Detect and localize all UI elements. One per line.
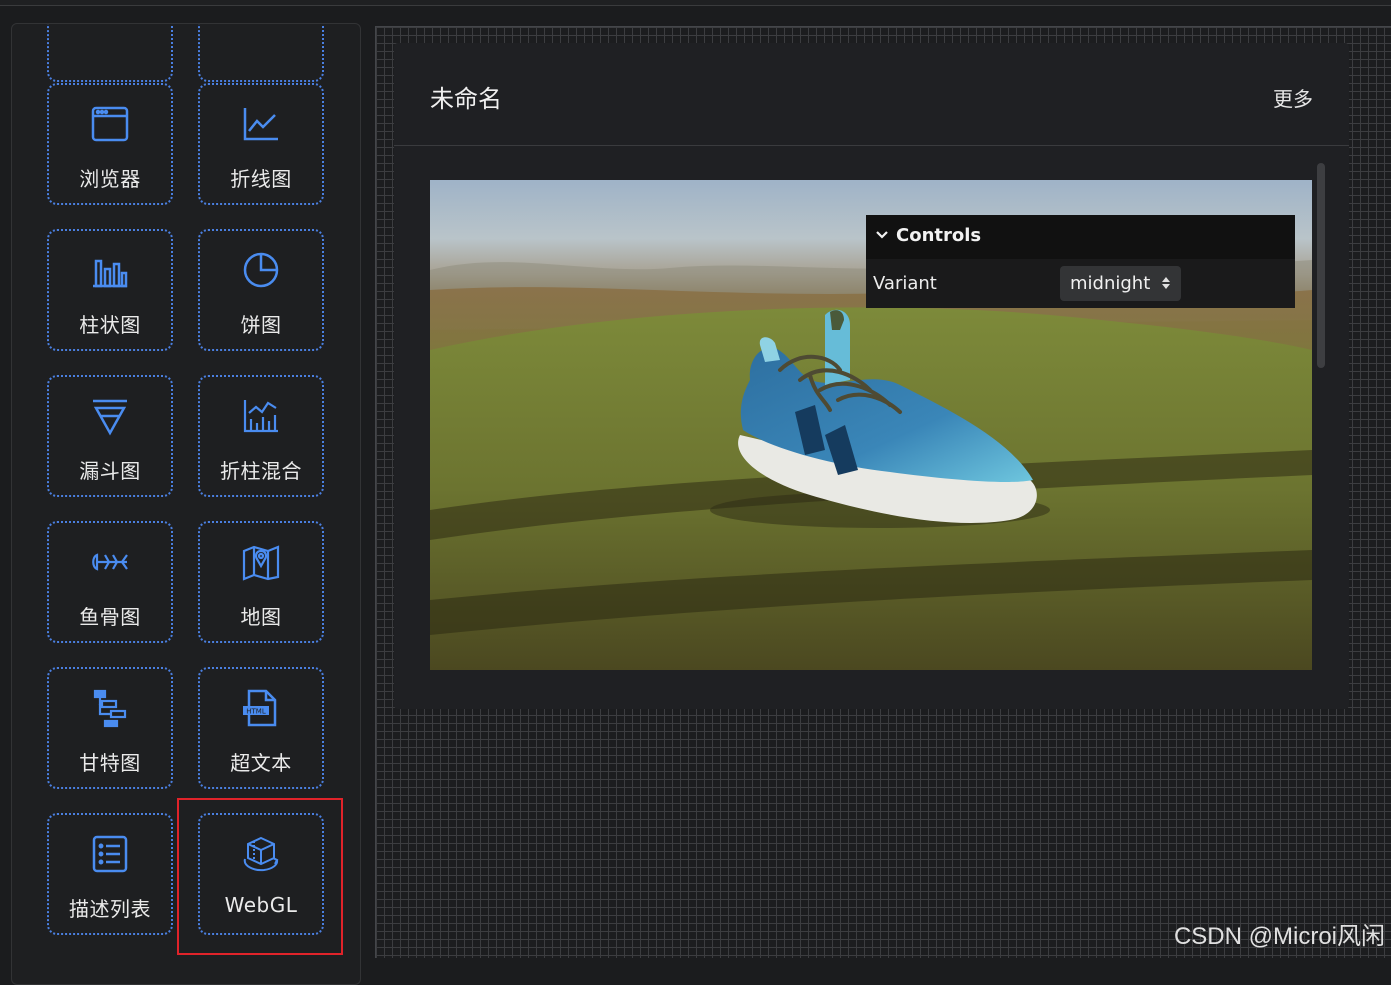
controls-title: Controls	[896, 225, 982, 246]
description-list-icon	[49, 833, 171, 875]
line-bar-mix-icon	[200, 395, 322, 437]
palette-item-description-list[interactable]: 描述列表	[47, 813, 173, 935]
palette-item-map[interactable]: 地图	[198, 521, 324, 643]
html-file-icon: HTML	[200, 687, 322, 729]
svg-text:HTML: HTML	[246, 708, 266, 716]
palette-item-label: 柱状图	[79, 313, 141, 337]
watermark: CSDN @Microi风闲	[1173, 923, 1385, 950]
bar-chart-icon	[49, 249, 171, 291]
line-chart-icon	[200, 103, 322, 145]
fishbone-icon	[49, 541, 171, 583]
palette-item-line-bar-mix[interactable]: 折柱混合	[198, 375, 324, 497]
map-icon	[200, 541, 322, 583]
palette-item-label: 漏斗图	[79, 459, 141, 483]
palette-item-label: 浏览器	[79, 167, 141, 191]
pie-chart-icon	[200, 249, 322, 291]
top-border	[0, 0, 1391, 6]
palette-item-label: 折线图	[230, 167, 292, 191]
palette-item-bar-chart[interactable]: 柱状图	[47, 229, 173, 351]
variant-label: Variant	[873, 273, 937, 294]
palette-item-gantt[interactable]: 甘特图	[47, 667, 173, 789]
palette-item-line-chart[interactable]: 折线图	[198, 83, 324, 205]
more-button[interactable]: 更多	[1273, 83, 1313, 112]
variant-select[interactable]: midnight	[1060, 266, 1181, 301]
palette-item-label: 饼图	[240, 313, 282, 337]
card-title: 未命名	[430, 85, 502, 113]
palette-item-funnel-chart[interactable]: 漏斗图	[47, 375, 173, 497]
palette-item-label: 鱼骨图	[79, 605, 141, 629]
scrollbar-thumb[interactable]	[1317, 163, 1325, 368]
palette-item-label: 甘特图	[79, 751, 141, 775]
gantt-icon	[49, 687, 171, 729]
palette-item-label: 地图	[240, 605, 282, 629]
card-divider	[394, 145, 1349, 146]
funnel-chart-icon	[49, 395, 171, 437]
palette-item-browser[interactable]: 浏览器	[47, 83, 173, 205]
palette-item-pie-chart[interactable]: 饼图	[198, 229, 324, 351]
palette-item-fishbone[interactable]: 鱼骨图	[47, 521, 173, 643]
palette-item-label: 折柱混合	[220, 459, 302, 483]
palette-tile-partial[interactable]	[47, 24, 173, 82]
palette-item-label: 超文本	[230, 751, 292, 775]
palette-item-html[interactable]: HTML 超文本	[198, 667, 324, 789]
palette-tile-partial[interactable]	[198, 24, 324, 82]
palette-item-label: 描述列表	[69, 897, 151, 921]
variant-select-value: midnight	[1070, 273, 1151, 294]
controls-header[interactable]: Controls	[866, 215, 1295, 259]
controls-panel: Controls Variant midnight	[866, 215, 1295, 308]
browser-icon	[49, 103, 171, 145]
chevron-down-icon	[876, 231, 888, 239]
selection-highlight	[177, 798, 343, 955]
select-arrows-icon	[1162, 277, 1170, 289]
